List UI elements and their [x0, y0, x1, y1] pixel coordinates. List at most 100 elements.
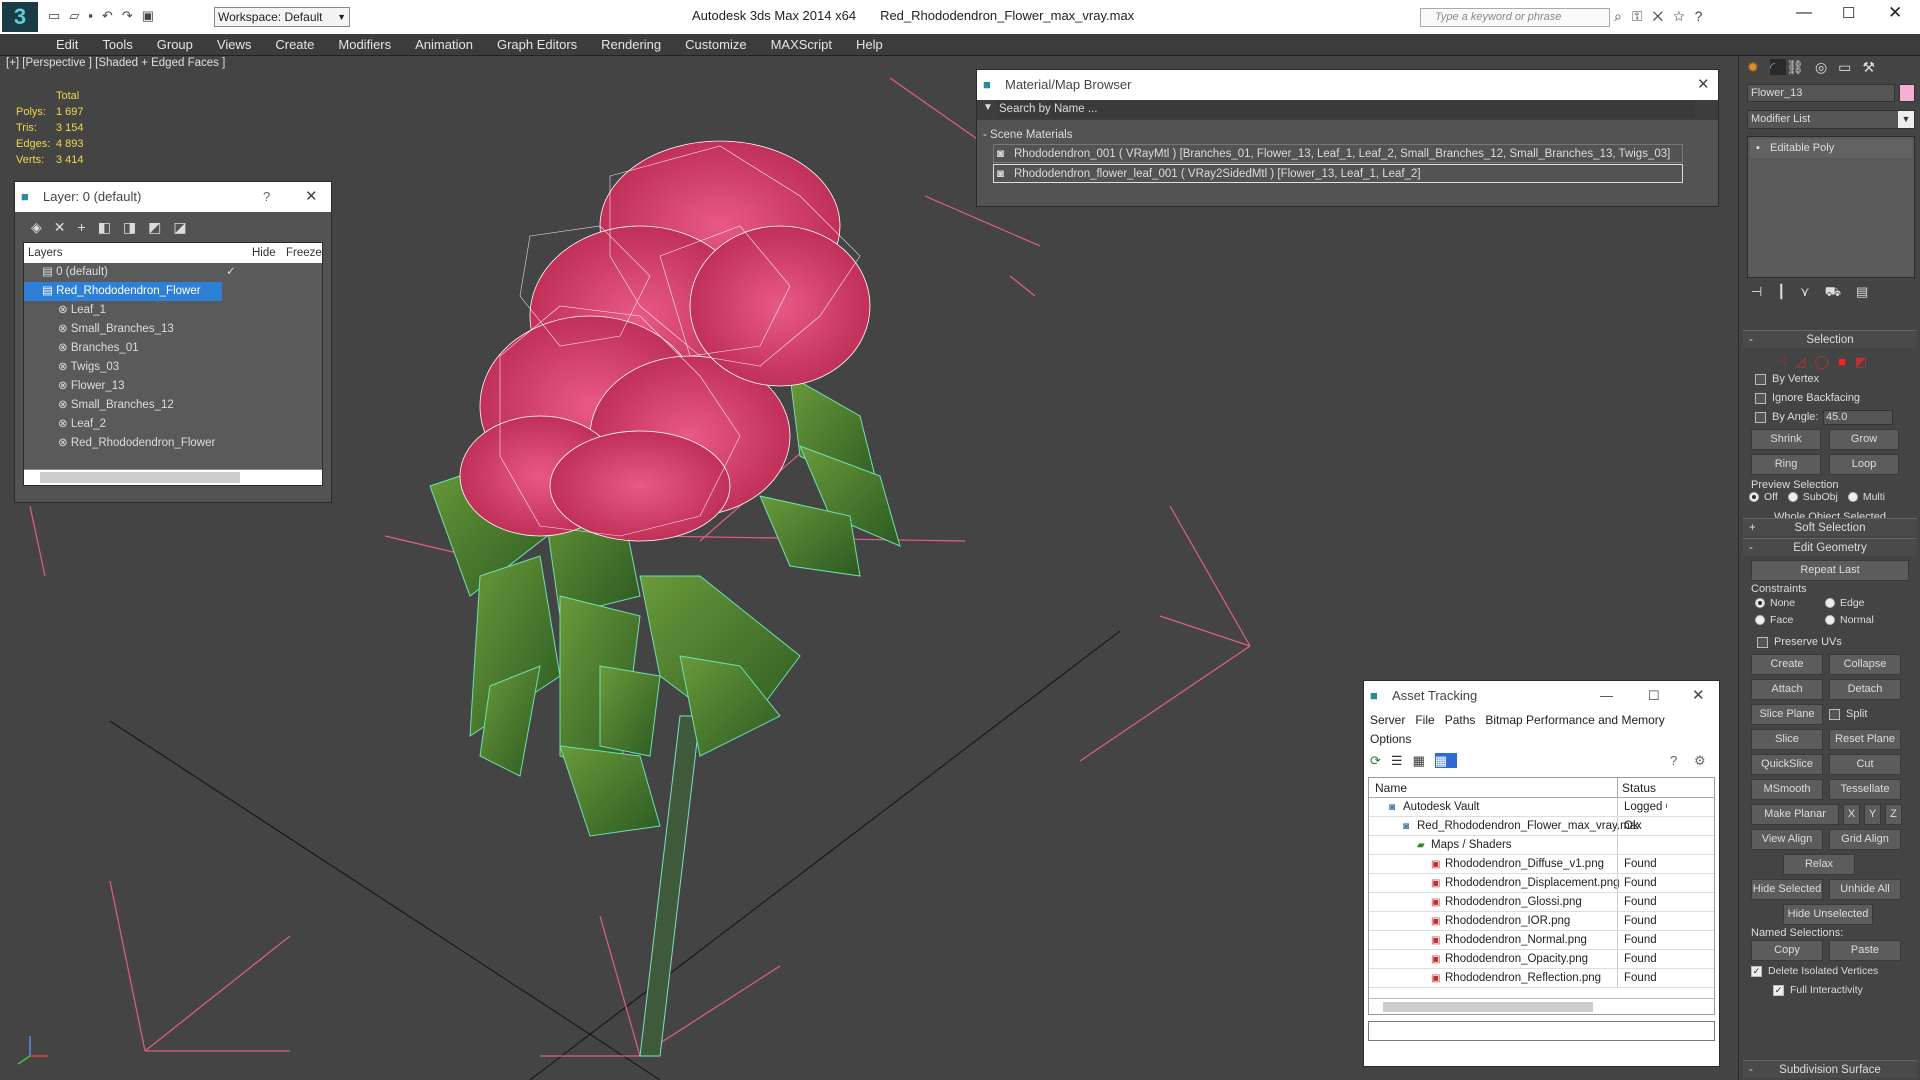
create-tab-icon[interactable]: ✹ [1747, 59, 1770, 75]
search-box[interactable]: Type a keyword or phrase [1420, 8, 1610, 27]
exchange-icon[interactable]: ✕ [1653, 8, 1674, 24]
soft-selection-rollout[interactable]: + Soft Selection [1743, 518, 1917, 536]
menu-graph-editors[interactable]: Graph Editors [497, 34, 577, 55]
new-file-icon[interactable]: ▭ [48, 8, 69, 23]
layer-row[interactable]: ⊗ Small_Branches_13 [24, 320, 322, 339]
freeze-all-icon[interactable]: ◪ [173, 219, 198, 235]
asset-path-field[interactable] [1368, 1021, 1715, 1041]
quickslice-button[interactable]: QuickSlice [1751, 754, 1823, 775]
asset-row[interactable]: ▣ Rhododendron_Reflection.png Found [1369, 969, 1714, 988]
layer-row[interactable]: ⊗ Leaf_1 [24, 301, 322, 320]
menu-rendering[interactable]: Rendering [601, 34, 661, 55]
polygon-icon[interactable]: ■ [1838, 354, 1855, 369]
layer-row[interactable]: ⊗ Red_Rhododendron_Flower [24, 434, 322, 453]
multi-radio[interactable]: Multi [1847, 491, 1885, 503]
highlight-layer-icon[interactable]: ◨ [123, 219, 148, 235]
slice-plane-button[interactable]: Slice Plane [1751, 704, 1823, 725]
help-icon[interactable]: ? [1695, 8, 1713, 24]
material-search-input[interactable]: Search by Name ... [997, 101, 1695, 118]
asset-row[interactable]: ▣ Rhododendron_Glossi.png Found [1369, 893, 1714, 912]
configure-sets-icon[interactable]: ▤ [1856, 284, 1883, 299]
full-interactivity-checkbox[interactable]: ✓ Full Interactivity [1743, 981, 1917, 1000]
motion-tab-icon[interactable]: ◎ [1815, 59, 1838, 75]
relax-button[interactable]: Relax [1783, 854, 1855, 875]
delete-layer-icon[interactable]: ✕ [54, 219, 78, 235]
off-radio[interactable]: Off [1749, 491, 1778, 503]
refresh-icon[interactable]: ⟳ [1370, 753, 1391, 768]
edit-geometry-title[interactable]: - Edit Geometry [1743, 538, 1917, 556]
utilities-tab-icon[interactable]: ⚒ [1862, 59, 1886, 75]
project-icon[interactable]: ▣ [142, 8, 163, 23]
hierarchy-tab-icon[interactable]: ⛓ [1786, 59, 1815, 75]
hide-selected-button[interactable]: Hide Selected [1751, 879, 1823, 900]
by-angle-checkbox[interactable]: By Angle: 45.0 [1743, 408, 1917, 427]
element-icon[interactable]: ◩ [1855, 354, 1876, 369]
normal-radio[interactable]: Normal [1825, 612, 1874, 629]
hide-all-icon[interactable]: ◩ [148, 219, 173, 235]
scene-materials-section[interactable]: - Scene Materials [983, 126, 1718, 144]
layer-row[interactable]: ⊗ Flower_13 [24, 377, 322, 396]
menu-create[interactable]: Create [275, 34, 314, 55]
close-button[interactable]: ✕ [1697, 70, 1710, 100]
redo-icon[interactable]: ↷ [122, 8, 142, 23]
menu-maxscript[interactable]: MAXScript [771, 34, 832, 55]
asset-row[interactable]: ▣ Rhododendron_IOR.png Found [1369, 912, 1714, 931]
table-view-icon[interactable]: ▦ [1434, 753, 1458, 768]
border-icon[interactable]: ◯ [1815, 354, 1839, 369]
slice-button[interactable]: Slice [1751, 729, 1823, 750]
layer-scrollbar[interactable] [24, 469, 322, 485]
asset-row[interactable]: ▣ Rhododendron_Normal.png Found [1369, 931, 1714, 950]
close-button[interactable]: ✕ [1692, 681, 1705, 711]
object-color-swatch[interactable] [1899, 84, 1915, 102]
maximize-button[interactable]: ☐ [1648, 681, 1660, 711]
options-chevron-icon[interactable]: ▼ [983, 102, 993, 113]
angle-spinner[interactable]: 45.0 [1823, 410, 1893, 425]
subobj-radio[interactable]: SubObj [1787, 491, 1838, 503]
app-logo[interactable]: 3 [2, 2, 38, 32]
col-hide[interactable]: Hide [252, 243, 276, 263]
asset-row[interactable]: ◙ Red_Rhododendron_Flower_max_vray.max Ok [1369, 817, 1714, 836]
asset-row[interactable]: ▣ Rhododendron_Diffuse_v1.png Found [1369, 855, 1714, 874]
collapse-button[interactable]: Collapse [1829, 654, 1901, 675]
edge-radio[interactable]: Edge [1825, 595, 1865, 612]
face-radio[interactable]: Face [1755, 612, 1805, 629]
by-vertex-checkbox[interactable]: By Vertex [1743, 370, 1917, 389]
z-button[interactable]: Z [1885, 804, 1902, 825]
pin-stack-icon[interactable]: ⊣ [1751, 284, 1777, 299]
layer-row-selected[interactable]: ▤ Red_Rhododendron_Flower [24, 282, 222, 301]
add-to-layer-icon[interactable]: + [78, 219, 98, 235]
list-view-icon[interactable]: ☰ [1391, 753, 1413, 768]
create-button[interactable]: Create [1751, 654, 1823, 675]
binoculars-icon[interactable]: ⌕ [1614, 8, 1632, 24]
close-button[interactable]: ✕ [305, 182, 318, 212]
minimize-button[interactable]: — [1796, 4, 1812, 22]
msmooth-button[interactable]: MSmooth [1751, 779, 1823, 800]
cut-button[interactable]: Cut [1829, 754, 1901, 775]
reset-plane-button[interactable]: Reset Plane [1829, 729, 1901, 750]
none-radio[interactable]: None [1755, 595, 1805, 612]
hide-unselected-button[interactable]: Hide Unselected [1783, 904, 1873, 925]
col-layers[interactable]: Layers [28, 243, 63, 263]
make-planar-button[interactable]: Make Planar [1751, 804, 1839, 825]
asset-row[interactable]: ◙ Autodesk Vault Logged C [1369, 798, 1714, 817]
make-unique-icon[interactable]: ⋎ [1800, 284, 1825, 299]
object-name-field[interactable]: Flower_13 [1747, 84, 1895, 102]
ring-button[interactable]: Ring [1751, 454, 1821, 475]
menu-help[interactable]: Help [856, 34, 883, 55]
modifier-list-dropdown[interactable]: Modifier List ▼ [1747, 110, 1915, 129]
attach-button[interactable]: Attach [1751, 679, 1823, 700]
asset-row[interactable]: ▣ Rhododendron_Opacity.png Found [1369, 950, 1714, 969]
view-align-button[interactable]: View Align [1751, 829, 1823, 850]
vault-settings-icon[interactable]: ⚙ [1694, 753, 1716, 769]
undo-icon[interactable]: ↶ [102, 8, 122, 23]
selection-rollout-title[interactable]: - Selection [1743, 330, 1917, 348]
asset-scrollbar[interactable] [1369, 998, 1714, 1014]
menu-bitmap[interactable]: Bitmap Performance and Memory [1485, 713, 1664, 727]
preserve-uvs-checkbox[interactable]: Preserve UVs [1743, 633, 1917, 652]
modify-tab-icon[interactable]: ◜ [1769, 59, 1787, 75]
menu-server[interactable]: Server [1370, 713, 1405, 727]
close-button[interactable]: ✕ [1888, 3, 1902, 23]
remove-modifier-icon[interactable]: ⛟ [1825, 284, 1856, 299]
tessellate-button[interactable]: Tessellate [1829, 779, 1901, 800]
x-button[interactable]: X [1843, 804, 1860, 825]
